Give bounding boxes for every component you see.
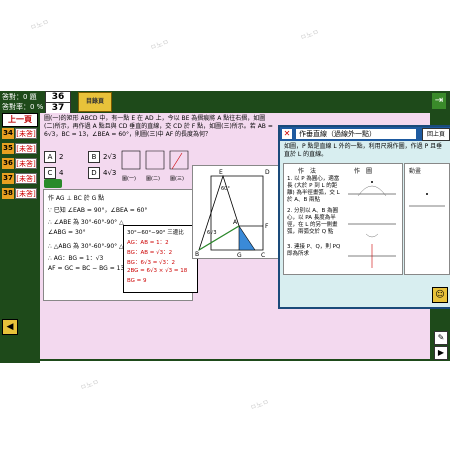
- calc-line: 2BG = 6√3 × √3 = 18: [127, 268, 188, 274]
- step-1: 1. 以 P 為圓心，適當長 (大於 P 到 L 的距離) 為半徑畫弧，交 L …: [287, 176, 340, 203]
- option-d[interactable]: D 4√3: [88, 167, 116, 179]
- calc-line: BG：AB = √3：2: [127, 250, 173, 256]
- step-2: 2. 分別以 A、B 為圓心，以 PA 長度為半徑，在 L 的另一側畫弧，兩弧交…: [287, 208, 339, 235]
- next-arrow-icon[interactable]: ▶: [434, 346, 448, 360]
- calc-line: AG：AB = 1：2: [127, 240, 169, 246]
- option-b[interactable]: B 2√3: [88, 151, 116, 163]
- sidebar-item-number: 34: [2, 128, 14, 139]
- sidebar-item[interactable]: 37 [未答]: [2, 173, 38, 184]
- solution-line: ∴ AG：BG = 1：√3: [48, 255, 104, 262]
- option-value: 2√3: [103, 153, 117, 161]
- correct-rate-label: 答對率：0 %: [2, 103, 44, 111]
- animation-panel: 動畫: [404, 163, 450, 275]
- popup-title: 作垂直線（過線外一點）: [296, 129, 416, 139]
- figure-label-angle: 60°: [221, 186, 230, 192]
- pen-icon[interactable]: ✎: [434, 331, 448, 345]
- fig-label-3: 圖(三): [170, 176, 184, 182]
- solution-line: 作 AG ⊥ BC 於 G 點: [48, 195, 105, 202]
- step-3: 3. 連接 P、Q，則 PQ 即為所求: [287, 244, 341, 257]
- figure-label-D: D: [265, 169, 270, 176]
- watermark: ㅁ노ㅁ: [149, 37, 171, 53]
- steps-table: 作 法 作 圖 1. 以 P 為圓心，適當長 (大於 P 到 L 的距離) 為半…: [283, 163, 403, 275]
- sidebar: 上一頁 34 [未答] 35 [未答] 36 [未答] 37 [未答] 38 […: [0, 113, 40, 379]
- back-arrow-icon[interactable]: ◀: [2, 319, 18, 335]
- table-of-contents-button[interactable]: 目錄頁: [78, 92, 112, 112]
- sidebar-item-number: 37: [2, 173, 14, 184]
- calc-line: BG = 9: [127, 278, 147, 284]
- popup-description: 如圖，P 點是直線 L 外的一點，利用尺規作圖，作過 P 且垂直於 L 的直線。: [284, 143, 443, 158]
- watermark: ㅁ노ㅁ: [249, 397, 271, 413]
- prev-page-button[interactable]: 上一頁: [2, 113, 38, 127]
- option-letter: D: [88, 167, 100, 179]
- construction-popup: ✕ 作垂直線（過線外一點） 回上頁 如圖，P 點是直線 L 外的一點，利用尺規作…: [278, 125, 450, 309]
- calc-line: 30°−60°−90° 三邊比: [127, 230, 184, 236]
- popup-header: ✕ 作垂直線（過線外一點） 回上頁: [280, 127, 450, 141]
- sidebar-item-status: [未答]: [15, 188, 37, 199]
- hint-icon[interactable]: [44, 179, 62, 188]
- sidebar-item-number: 35: [2, 143, 14, 154]
- sidebar-item-status: [未答]: [15, 128, 37, 139]
- watermark: ㅁ노ㅁ: [79, 377, 101, 393]
- sidebar-item-status: [未答]: [15, 158, 37, 169]
- fig-label-2: 圖(二): [146, 176, 160, 182]
- question-code: G34A270s: [4, 371, 41, 379]
- sidebar-item[interactable]: 35 [未答]: [2, 143, 38, 154]
- watermark: ㅁ노ㅁ: [299, 27, 321, 43]
- figure-label-side: 6√3: [207, 230, 217, 236]
- option-a[interactable]: A2: [44, 151, 63, 163]
- sidebar-item-status: [未答]: [15, 143, 37, 154]
- option-value: 2: [59, 153, 64, 161]
- close-icon[interactable]: ✕: [282, 129, 292, 139]
- figure-label-B: B: [195, 251, 199, 258]
- geometry-figure: E D A F B G C 60° 6√3: [192, 165, 280, 259]
- calc-line: BG：6√3 = √3：2: [127, 260, 176, 266]
- figure-label-C: C: [261, 252, 265, 258]
- figure-label-G: G: [237, 252, 242, 258]
- option-letter: C: [44, 167, 56, 179]
- fig-label-1: 圖(一): [122, 176, 136, 182]
- correct-count-label: 答對：0 題: [2, 93, 37, 101]
- sidebar-item-status: [未答]: [15, 173, 37, 184]
- sidebar-item[interactable]: 38 [未答]: [2, 188, 38, 199]
- sidebar-item[interactable]: 36 [未答]: [2, 158, 38, 169]
- option-value: 4√3: [103, 169, 117, 177]
- solution-line: ∴ ∠ABE 為 30°-60°-90° △: [48, 219, 124, 226]
- option-c[interactable]: C4: [44, 167, 63, 179]
- solution-line: ∠ABG = 30°: [48, 229, 86, 236]
- solution-line: ∴ △ABG 為 30°-60°-90° △: [48, 243, 124, 250]
- col-method-header: 作 法: [298, 168, 317, 175]
- figure-label-F: F: [265, 223, 269, 230]
- exit-icon[interactable]: ⇥: [432, 93, 446, 109]
- sidebar-item-number: 36: [2, 158, 14, 169]
- figure-label-E: E: [219, 169, 223, 176]
- calculation-box: 30°−60°−90° 三邊比 AG：AB = 1：2 BG：AB = √3：2…: [123, 225, 198, 293]
- option-value: 4: [59, 169, 64, 177]
- option-letter: B: [88, 151, 100, 163]
- watermark: ㅁ노ㅁ: [29, 17, 51, 33]
- popup-back-button[interactable]: 回上頁: [422, 128, 450, 141]
- option-letter: A: [44, 151, 56, 163]
- sidebar-item-number: 38: [2, 188, 14, 199]
- question-text: 圖(一)的矩形 ABCD 中，有一點 E 在 AD 上，今以 BE 為摺痕將 A…: [44, 115, 273, 138]
- step-drawings: [348, 181, 396, 268]
- sidebar-item[interactable]: 34 [未答]: [2, 128, 38, 139]
- smiley-icon[interactable]: ☺: [432, 287, 448, 303]
- top-bar: 答對：0 題 36 答對率：0 % 37 目錄頁 ⇥: [0, 91, 450, 114]
- solution-line: ∵ 已知 ∠EAB = 90°，∠BEA = 60°: [48, 207, 148, 214]
- question-figures: 圖(一) 圖(二) 圖(三): [121, 150, 189, 182]
